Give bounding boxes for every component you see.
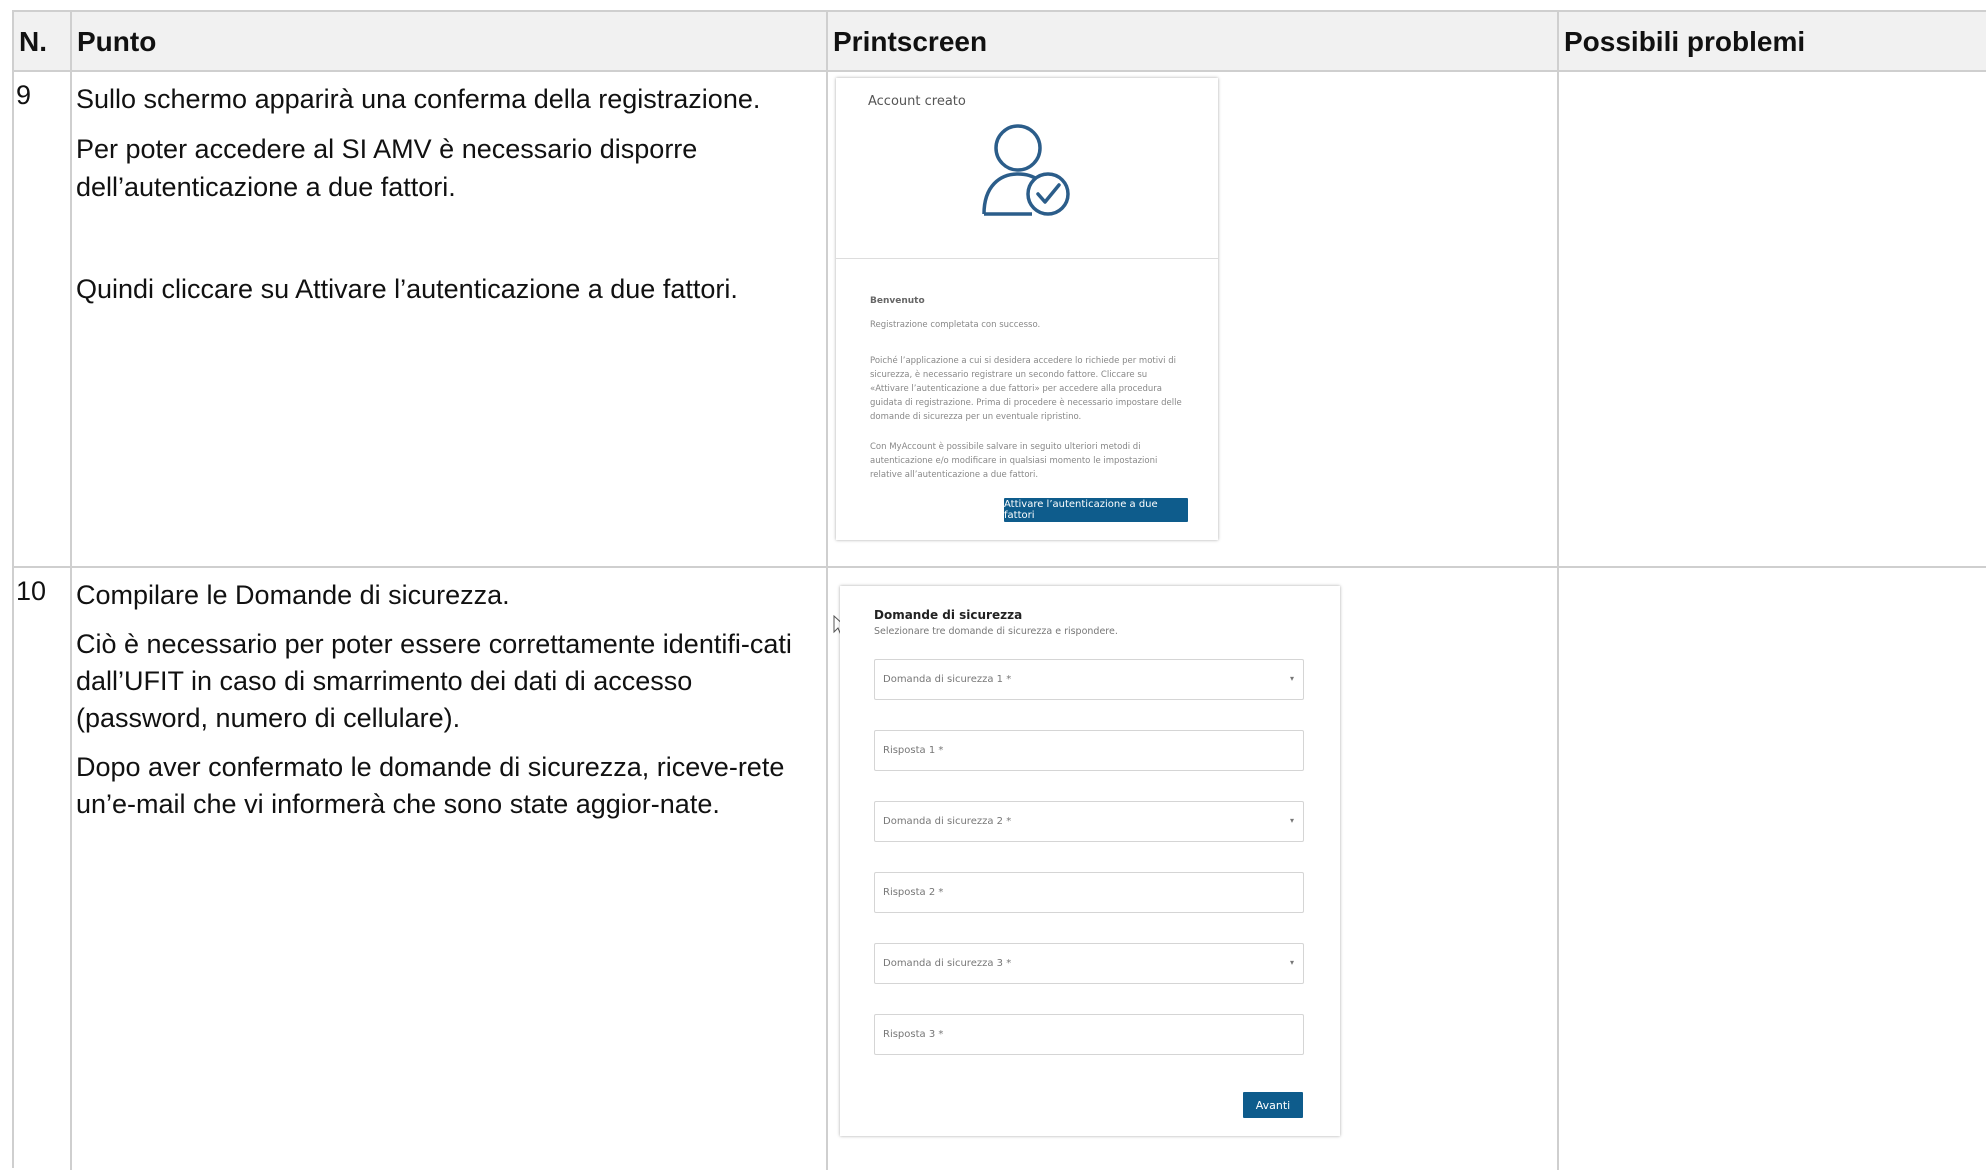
field-label: Risposta 3 * (883, 1029, 944, 1040)
field-label: Risposta 1 * (883, 745, 944, 756)
field-label: Domanda di sicurezza 3 * (883, 958, 1012, 969)
security-question-1-select[interactable]: Domanda di sicurezza 1 * ▾ (874, 659, 1304, 700)
welcome-heading: Benvenuto (870, 296, 925, 306)
field-label: Domanda di sicurezza 1 * (883, 674, 1012, 685)
row-num-cell: 9 (14, 72, 72, 566)
field-label: Risposta 2 * (883, 887, 944, 898)
step-paragraph: Compilare le Domande di sicurezza. (76, 580, 510, 610)
header-num-cell: N. (14, 12, 72, 70)
security-questions-title: Domande di sicurezza (874, 608, 1023, 622)
user-check-icon (982, 124, 1070, 216)
row-num-cell: 10 (14, 568, 72, 1170)
security-question-2-select[interactable]: Domanda di sicurezza 2 * ▾ (874, 801, 1304, 842)
security-question-3-select[interactable]: Domanda di sicurezza 3 * ▾ (874, 943, 1304, 984)
info-text-1: Poiché l’applicazione a cui si desidera … (870, 356, 1182, 422)
step-paragraph: Quindi cliccare su Attivare l’autenticaz… (76, 274, 738, 304)
divider (836, 258, 1218, 259)
account-created-screenshot: Account creato Benvenuto Registrazione c… (836, 78, 1218, 540)
header-problems-cell: Possibili problemi (1559, 12, 1986, 70)
success-text: Registrazione completata con successo. (870, 320, 1041, 330)
row-step-cell: Compilare le Domande di sicurezza. Ciò è… (72, 568, 828, 1170)
step-paragraph: Ciò è necessario per poter essere corret… (76, 629, 792, 733)
row-screen-cell: Domande di sicurezza Selezionare tre dom… (828, 568, 1559, 1170)
header-step-cell: Punto (72, 12, 828, 70)
instruction-table: N. Punto Printscreen Possibili problemi … (12, 10, 1986, 1170)
chevron-down-icon: ▾ (1289, 958, 1294, 967)
security-questions-subtitle: Selezionare tre domande di sicurezza e r… (874, 626, 1118, 637)
account-created-title: Account creato (868, 94, 966, 109)
row-problems-cell (1559, 72, 1986, 566)
header-step: Punto (77, 26, 157, 57)
answer-1-input[interactable]: Risposta 1 * (874, 730, 1304, 771)
step-paragraph: Dopo aver confermato le domande di sicur… (76, 752, 785, 819)
row-num: 9 (16, 80, 32, 110)
row-screen-cell: Account creato Benvenuto Registrazione c… (828, 72, 1559, 566)
header-screen: Printscreen (833, 26, 988, 57)
table-row: 9 Sullo schermo apparirà una conferma de… (14, 72, 1986, 568)
answer-2-input[interactable]: Risposta 2 * (874, 872, 1304, 913)
chevron-down-icon: ▾ (1289, 674, 1294, 683)
chevron-down-icon: ▾ (1289, 816, 1294, 825)
header-problems: Possibili problemi (1564, 26, 1806, 57)
next-button[interactable]: Avanti (1243, 1092, 1303, 1118)
activate-2fa-button[interactable]: Attivare l’autenticazione a due fattori (1004, 498, 1188, 522)
row-problems-cell (1559, 568, 1986, 1170)
security-questions-screenshot: Domande di sicurezza Selezionare tre dom… (840, 586, 1340, 1136)
step-paragraph: Per poter accedere al SI AMV è necessari… (76, 134, 698, 202)
header-screen-cell: Printscreen (828, 12, 1559, 70)
row-step-cell: Sullo schermo apparirà una conferma dell… (72, 72, 828, 566)
step-text: Sullo schermo apparirà una conferma dell… (76, 80, 822, 320)
table-row: 10 Compilare le Domande di sicurezza. Ci… (14, 568, 1986, 1170)
step-text: Compilare le Domande di sicurezza. Ciò è… (76, 576, 822, 835)
answer-3-input[interactable]: Risposta 3 * (874, 1014, 1304, 1055)
header-num: N. (19, 26, 47, 57)
info-text-2: Con MyAccount è possibile salvare in seg… (870, 442, 1158, 480)
row-num: 10 (16, 576, 47, 606)
step-paragraph: Sullo schermo apparirà una conferma dell… (76, 84, 761, 114)
table-header: N. Punto Printscreen Possibili problemi (14, 12, 1986, 72)
field-label: Domanda di sicurezza 2 * (883, 816, 1012, 827)
